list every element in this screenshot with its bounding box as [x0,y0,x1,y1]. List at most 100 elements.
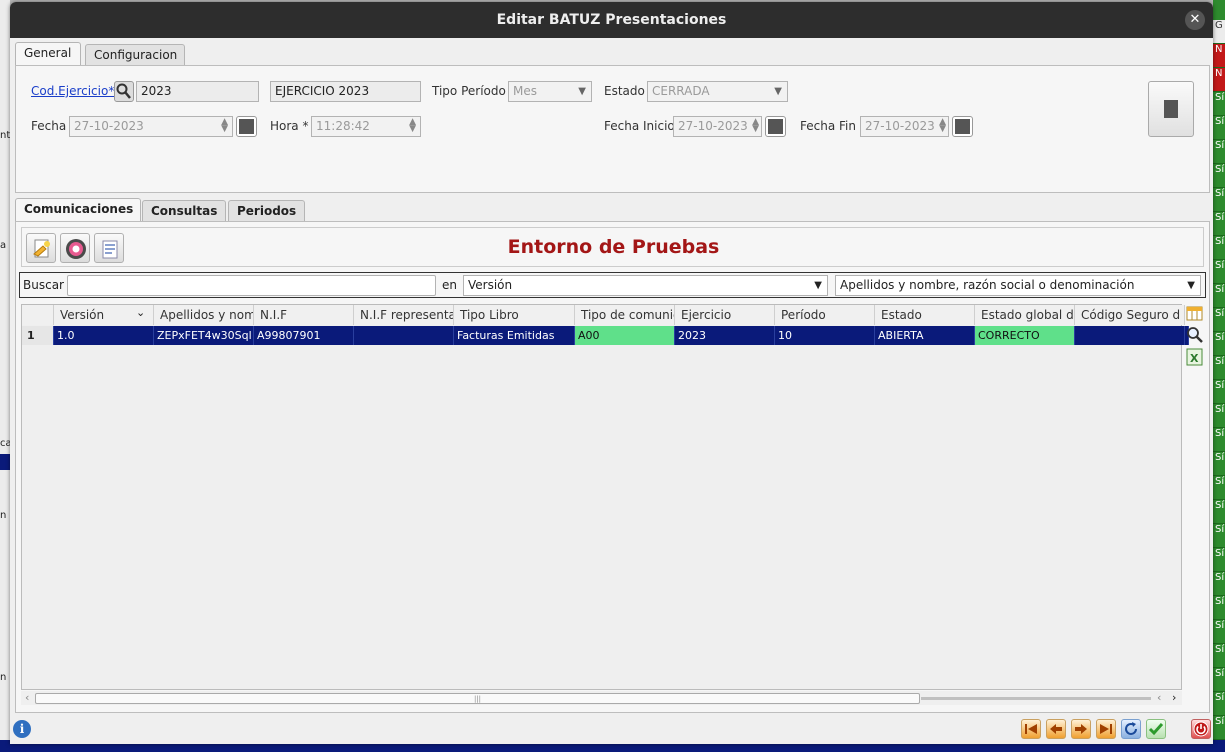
find-button[interactable] [1186,326,1204,344]
search-field-value: Versión [468,278,513,292]
table-row[interactable]: 1 1.0 ZEPxFET4w30Sql A99807901 Facturas Emi… [22,326,1189,345]
horizontal-scrollbar[interactable]: ‹ ||| ‹ › [21,691,1182,705]
search-input[interactable] [67,275,436,296]
estado-value: CERRADA [652,84,710,98]
background-app-left: nta a ca n n [0,0,16,752]
fecha-input[interactable]: 27-10-2023 ▲ ▼ [69,116,233,137]
bg-right-cell: Sí [1213,92,1225,116]
scroll-left-small-icon[interactable]: ‹ [1157,691,1161,704]
column-header[interactable]: N.I.F representa [354,305,454,325]
bg-right-cell: Sí [1213,116,1225,140]
fecha-fin-calendar-button[interactable] [952,116,973,137]
bg-right-cell: Sí [1213,428,1225,452]
table-cell: Facturas Emitidas [454,326,575,345]
scroll-thumb[interactable]: ||| [35,693,920,704]
table-cell: ZEPxFET4w30Sql [154,326,254,345]
first-record-button[interactable] [1021,719,1041,739]
column-header[interactable]: Ejercicio [675,305,775,325]
tab-consultas[interactable]: Consultas [142,200,226,222]
table-cell: 10 [775,326,875,345]
column-header[interactable]: N.I.F [254,305,354,325]
fecha-inicio-calendar-button[interactable] [765,116,786,137]
column-header[interactable]: Estado global de [975,305,1075,325]
cod-ejercicio-link[interactable]: Cod.Ejercicio* [31,84,114,98]
search-field-select[interactable]: Versión ▼ [463,275,828,296]
hora-input[interactable]: 11:28:42 ▲ ▼ [311,116,421,137]
bg-right-cell: G [1213,20,1225,44]
dialog-title: Editar BATUZ Presentaciones [10,2,1213,38]
table-cell: ABIERTA [875,326,975,345]
column-header[interactable]: Apellidos y nom [154,305,254,325]
column-header[interactable]: Tipo Libro [454,305,575,325]
bg-right-cell: N [1213,68,1225,92]
refresh-icon [1125,722,1137,735]
bg-right-cell: Sí [1213,140,1225,164]
chevron-down-icon: ▼ [814,280,822,291]
close-button[interactable]: ✕ [1185,10,1205,30]
bg-right-cell: N [1213,44,1225,68]
scroll-right-icon[interactable]: › [1172,691,1176,704]
next-record-button[interactable] [1071,719,1091,739]
table-cell: 2023 [675,326,775,345]
calendar-icon [768,119,783,134]
bg-right-cell: Sí [1213,596,1225,620]
document-icon [1164,100,1178,118]
tab-comunicaciones[interactable]: Comunicaciones [15,198,141,222]
column-header[interactable]: Código Seguro d [1075,305,1185,325]
spinner-icon: ▲ ▼ [939,117,946,134]
previous-icon [1050,724,1062,734]
bg-right-cell: Sí [1213,692,1225,716]
bg-right-cell: Sí [1213,644,1225,668]
order-select[interactable]: Apellidos y nombre, razón social o denom… [835,275,1201,296]
tipo-periodo-select[interactable]: Mes ▼ [508,81,592,102]
tab-periodos[interactable]: Periodos [228,200,305,222]
search-in-label: en [442,278,457,292]
bg-right-cell: Sí [1213,212,1225,236]
fecha-inicio-input[interactable]: 27-10-2023 ▲ ▼ [673,116,762,137]
fecha-fin-label: Fecha Fin [800,119,856,133]
fecha-inicio-value: 27-10-2023 [678,119,748,133]
bg-right-cell: Sí [1213,380,1225,404]
power-icon [1193,721,1209,737]
sort-descending-icon[interactable]: ⌄ [136,306,145,319]
last-icon [1100,724,1112,734]
column-header[interactable]: Estado [875,305,975,325]
bg-right-cell: Sí [1213,164,1225,188]
cod-ejercicio-input[interactable]: 2023 [136,81,259,102]
row-number: 1 [22,326,54,345]
column-header[interactable]: Tipo de comunic [575,305,675,325]
document-action-button[interactable] [1148,81,1194,137]
table-cell: CORRECTO [975,326,1075,345]
chevron-down-icon: ▼ [1187,280,1195,291]
accept-button[interactable] [1146,719,1166,739]
fecha-label: Fecha [31,119,67,133]
bg-right-cell: Sí [1213,668,1225,692]
bg-right-cell: Sí [1213,356,1225,380]
table-header: Versión ⌄ Apellidos y nom N.I.F N.I.F repres… [22,305,1185,325]
bg-right-cell: Sí [1213,332,1225,356]
column-header[interactable]: Período [775,305,875,325]
tab-general[interactable]: General [15,42,81,66]
estado-select[interactable]: CERRADA ▼ [647,81,788,102]
info-icon[interactable]: i [13,720,31,738]
checkmark-icon [1148,723,1164,736]
fecha-calendar-button[interactable] [236,116,257,137]
bg-right-cell: Sí [1213,284,1225,308]
exit-button[interactable] [1191,719,1211,739]
scroll-grip: ||| [473,695,482,703]
bg-right-cell: Sí [1213,452,1225,476]
scroll-track [921,697,1151,700]
export-excel-button[interactable]: X [1186,348,1204,366]
previous-record-button[interactable] [1046,719,1066,739]
tab-configuracion[interactable]: Configuracion [85,44,185,66]
cod-ejercicio-lookup-button[interactable] [114,81,134,102]
last-record-button[interactable] [1096,719,1116,739]
comunicaciones-panel: Entorno de Pruebas Buscar en Versión ▼ A… [15,221,1210,713]
scroll-left-icon[interactable]: ‹ [25,691,29,704]
fecha-fin-input[interactable]: 27-10-2023 ▲ ▼ [860,116,949,137]
bg-right-cell: Sí [1213,476,1225,500]
column-config-button[interactable] [1186,305,1204,323]
spinner-icon: ▲ ▼ [221,117,228,134]
bg-left-label: n [0,510,7,521]
refresh-button[interactable] [1121,719,1141,739]
